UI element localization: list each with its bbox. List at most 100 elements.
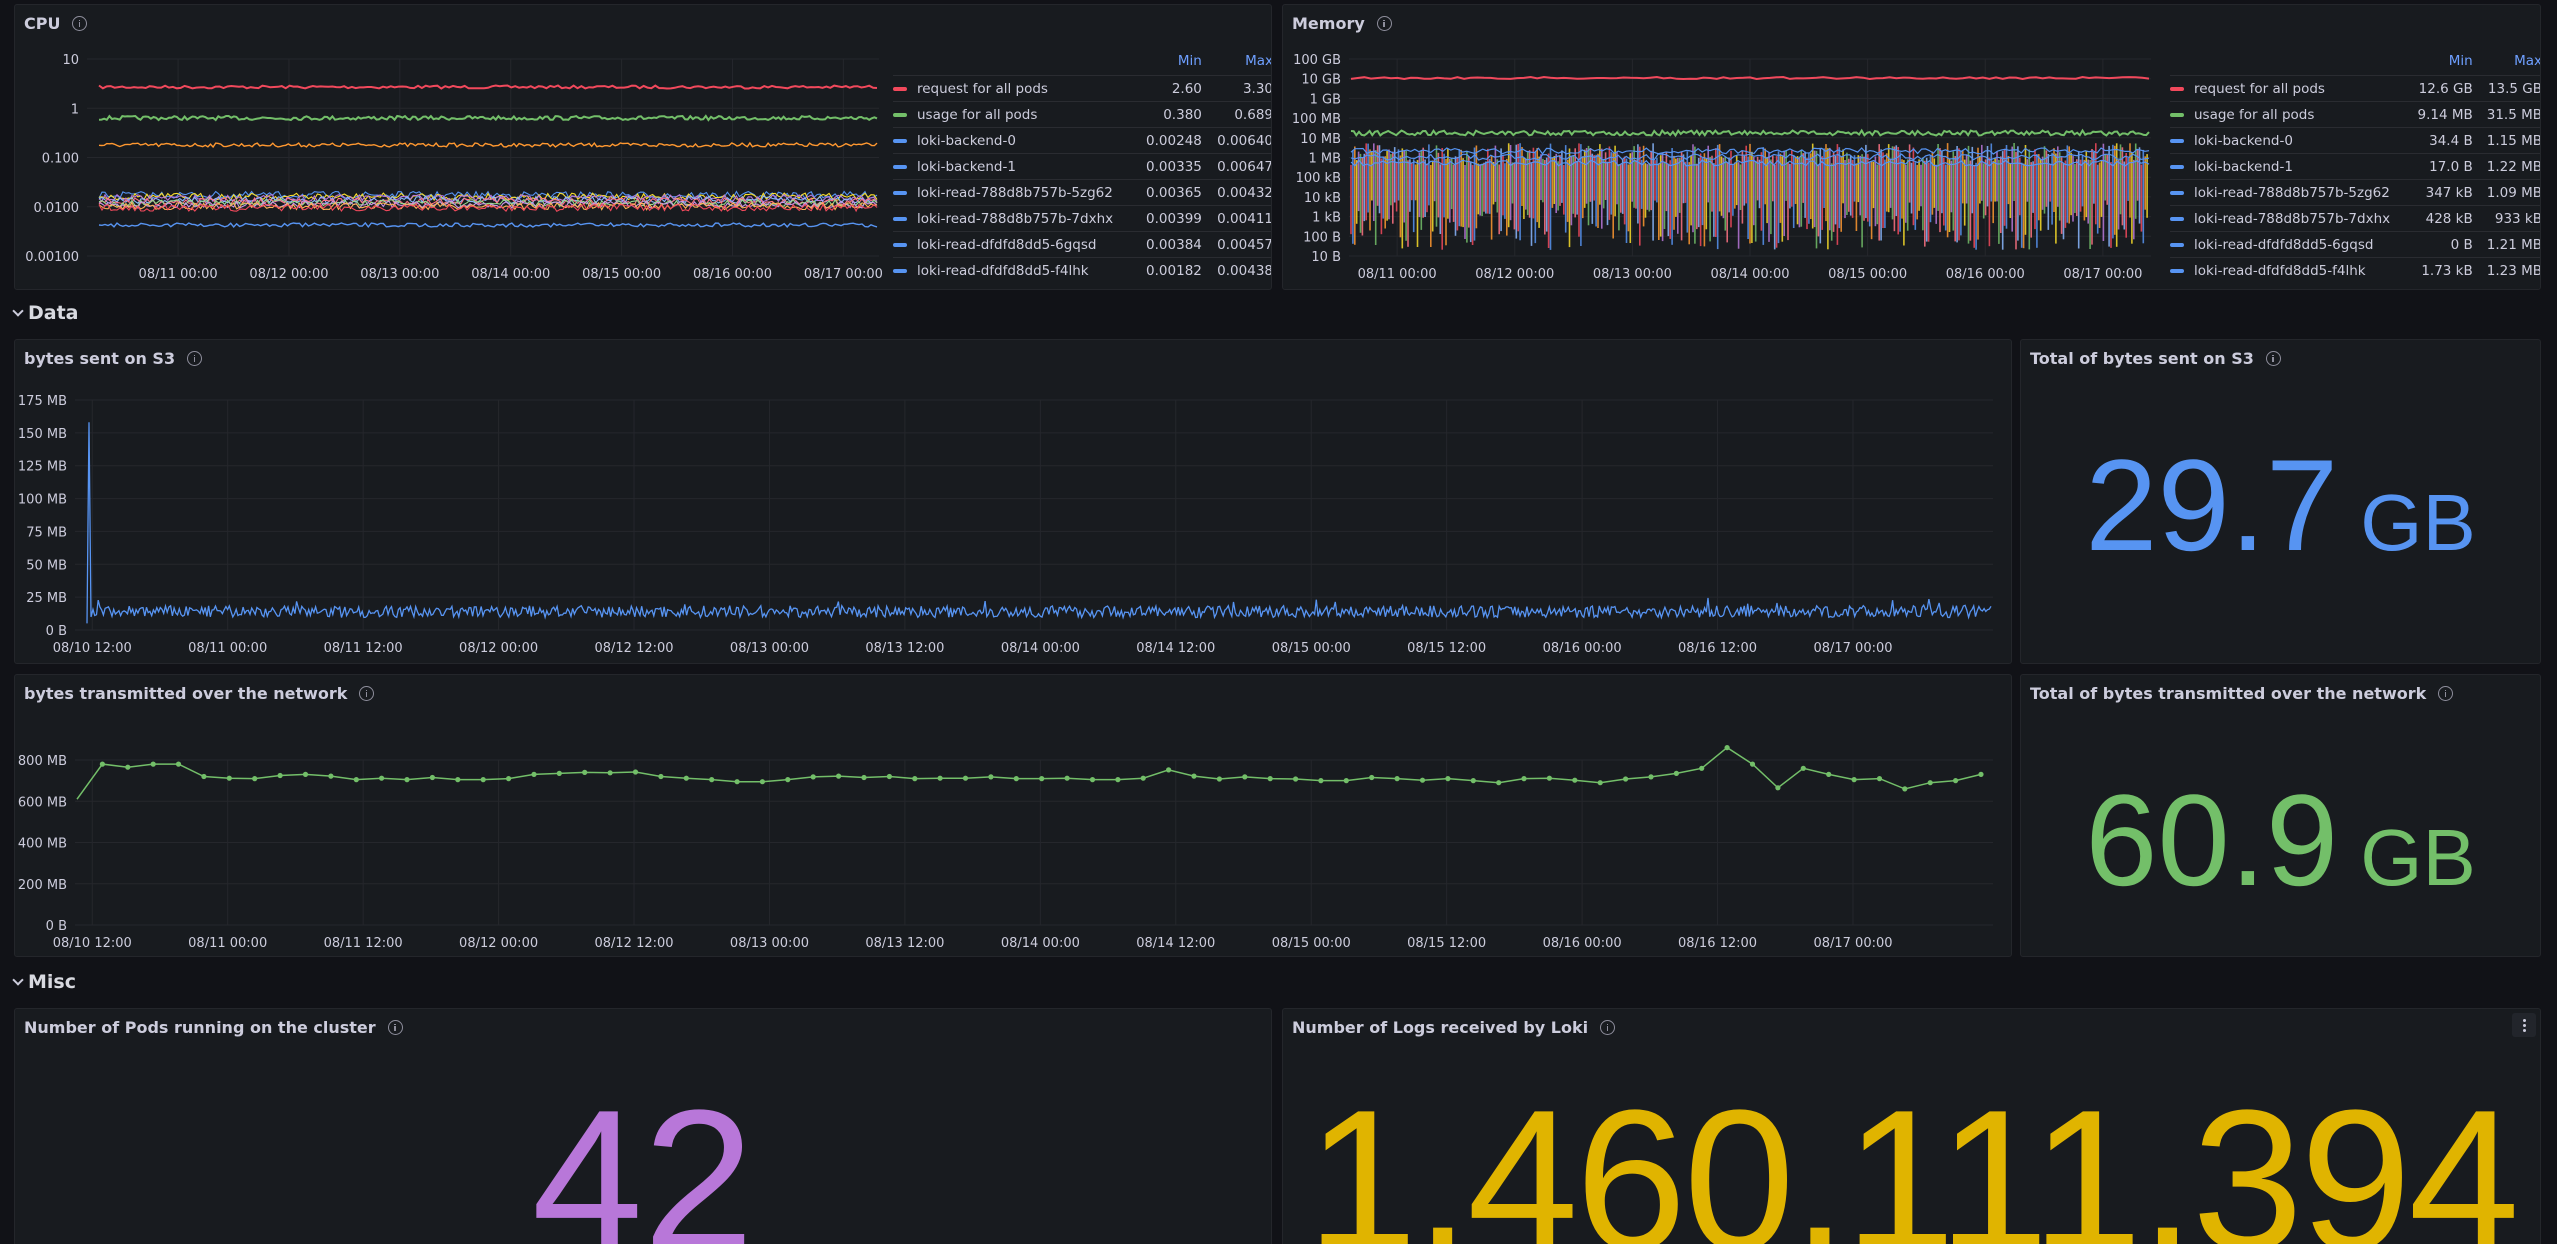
y-tick-label: 10 MB — [1300, 132, 1341, 147]
x-tick-label: 08/13 12:00 — [865, 641, 944, 656]
data-point — [1800, 765, 1806, 771]
legend-series-name: loki-read-788d8b757b-7dxhx — [2194, 210, 2391, 227]
y-tick-label: 0 B — [46, 919, 67, 934]
data-point — [1419, 777, 1426, 783]
data-point — [328, 773, 334, 779]
legend-item[interactable]: loki-read-dfdfd8dd5-f4lhk 0.00182 0.00438 — [893, 257, 1271, 284]
legend-swatch — [2170, 242, 2184, 247]
x-tick-label: 08/11 00:00 — [188, 641, 267, 656]
legend-item[interactable]: loki-backend-0 34.4 B 1.15 MB — [2170, 127, 2540, 154]
legend-max-value: 1.09 MB — [2472, 179, 2540, 206]
legend-swatch — [893, 138, 907, 143]
legend-item[interactable]: request for all pods 12.6 GB 13.5 GB — [2170, 75, 2540, 102]
data-point — [1445, 776, 1451, 782]
pods-panel-title: Number of Pods running on the cluster — [24, 1018, 376, 1037]
logs-panel: Number of Logs received by Loki 1,460,11… — [1282, 1008, 2541, 1244]
legend-max-value: 3.30 — [1201, 75, 1271, 102]
x-tick-label: 08/15 12:00 — [1407, 936, 1486, 951]
legend-item[interactable]: usage for all pods 9.14 MB 31.5 MB — [2170, 101, 2540, 128]
legend-item[interactable]: loki-read-788d8b757b-7dxhx 0.00399 0.00411 — [893, 205, 1271, 232]
data-point — [1039, 776, 1045, 782]
network-total-unit: GB — [2360, 813, 2476, 902]
legend-max-header[interactable]: Max — [1202, 53, 1271, 76]
y-tick-label: 1 — [71, 102, 79, 117]
network-bytes-chart[interactable]: 800 MB 600 MB 400 MB 200 MB 0 B 08/10 12:00 08… — [15, 675, 2012, 957]
legend-swatch — [2170, 112, 2184, 117]
legend-item[interactable]: loki-read-dfdfd8dd5-6gqsd 0 B 1.21 MB — [2170, 231, 2540, 258]
legend-swatch — [893, 216, 907, 221]
legend-item[interactable]: loki-read-788d8b757b-5zg62 347 kB 1.09 MB — [2170, 179, 2540, 206]
x-tick-label: 08/16 12:00 — [1678, 936, 1757, 951]
data-point — [252, 776, 258, 782]
data-point — [632, 769, 639, 775]
legend-series-name: loki-backend-0 — [917, 132, 1016, 149]
x-tick-label: 08/11 00:00 — [139, 267, 218, 282]
series-line — [98, 114, 878, 122]
legend-item[interactable]: loki-backend-1 0.00335 0.00647 — [893, 153, 1271, 180]
series-line — [98, 221, 878, 229]
legend-max-header[interactable]: Max — [2473, 53, 2540, 76]
legend-item[interactable]: loki-backend-1 17.0 B 1.22 MB — [2170, 153, 2540, 180]
legend-swatch — [2170, 190, 2184, 195]
x-tick-label: 08/15 00:00 — [1272, 641, 1351, 656]
row-misc-toggle[interactable]: Misc — [12, 971, 76, 993]
x-tick-label: 08/15 00:00 — [1828, 267, 1907, 282]
x-tick-label: 08/17 00:00 — [2063, 267, 2142, 282]
data-point — [1546, 775, 1552, 781]
panel-menu-button[interactable] — [2512, 1013, 2536, 1037]
data-point — [379, 775, 385, 781]
row-data-toggle[interactable]: Data — [12, 302, 79, 324]
y-tick-label: 0.00100 — [25, 250, 79, 265]
legend-min-value: 428 kB — [2403, 205, 2473, 232]
y-tick-label: 50 MB — [26, 558, 67, 573]
logs-value: 1,460,111,394 — [1306, 1069, 2519, 1244]
legend-max-value: 933 kB — [2472, 205, 2540, 232]
legend-item[interactable]: loki-read-dfdfd8dd5-6gqsd 0.00384 0.00457 — [893, 231, 1271, 258]
legend-min-header[interactable]: Min — [2404, 53, 2473, 76]
info-icon[interactable] — [2438, 686, 2454, 701]
y-tick-label: 1 MB — [1308, 152, 1341, 167]
legend-max-value: 0.00457 — [1201, 231, 1271, 258]
legend-series-name: loki-read-788d8b757b-5zg62 — [917, 184, 1113, 201]
series-line — [86, 422, 1992, 624]
legend-item[interactable]: request for all pods 2.60 3.30 — [893, 75, 1271, 102]
y-tick-label: 10 — [62, 53, 79, 68]
info-icon[interactable] — [387, 1020, 403, 1035]
y-tick-label: 100 kB — [1296, 171, 1341, 186]
data-point — [861, 774, 867, 781]
x-tick-label: 08/15 00:00 — [582, 267, 661, 282]
legend-min-value: 0 B — [2403, 231, 2473, 258]
legend-series-name: loki-read-788d8b757b-7dxhx — [917, 210, 1114, 227]
data-point — [125, 764, 131, 770]
memory-chart[interactable]: 100 GB 10 GB 1 GB 100 MB 10 MB 1 MB 100 kB 10 k… — [1283, 5, 2173, 290]
legend-min-value: 0.00182 — [1130, 257, 1202, 284]
data-point — [1166, 767, 1172, 773]
x-tick-label: 08/10 12:00 — [53, 641, 132, 656]
legend-swatch — [893, 268, 907, 273]
data-point — [226, 775, 232, 781]
data-point — [709, 777, 715, 783]
legend-item[interactable]: loki-backend-0 0.00248 0.00640 — [893, 127, 1271, 154]
legend-item[interactable]: loki-read-dfdfd8dd5-f4lhk 1.73 kB 1.23 MB — [2170, 257, 2540, 284]
legend-item[interactable]: loki-read-788d8b757b-7dxhx 428 kB 933 kB — [2170, 205, 2540, 232]
x-tick-label: 08/16 00:00 — [693, 267, 772, 282]
legend-item[interactable]: loki-read-788d8b757b-5zg62 0.00365 0.00432 — [893, 179, 1271, 206]
legend-item[interactable]: usage for all pods 0.380 0.689 — [893, 101, 1271, 128]
x-tick-label: 08/17 00:00 — [804, 267, 883, 282]
x-tick-label: 08/16 12:00 — [1678, 641, 1757, 656]
legend-min-header[interactable]: Min — [1131, 53, 1202, 76]
y-tick-label: 75 MB — [26, 525, 67, 540]
legend-min-value: 34.4 B — [2403, 127, 2473, 154]
legend-max-value: 1.22 MB — [2472, 153, 2540, 180]
series-line — [76, 746, 1982, 800]
data-point — [1978, 771, 1984, 777]
info-icon[interactable] — [1600, 1020, 1616, 1035]
legend-series-name: usage for all pods — [917, 106, 1038, 123]
info-icon[interactable] — [2265, 351, 2281, 366]
data-point — [1927, 780, 1933, 786]
x-tick-label: 08/15 00:00 — [1272, 936, 1351, 951]
cpu-chart[interactable]: 10 1 0.100 0.0100 0.00100 08/11 00:00 08/12 00… — [15, 5, 905, 290]
legend-min-value: 12.6 GB — [2403, 75, 2473, 102]
s3-bytes-chart[interactable]: 175 MB 150 MB 125 MB 100 MB 75 MB 50 MB 25 MB 0… — [15, 340, 2012, 664]
network-bytes-panel: bytes transmitted over the network 800 M… — [14, 674, 2012, 957]
